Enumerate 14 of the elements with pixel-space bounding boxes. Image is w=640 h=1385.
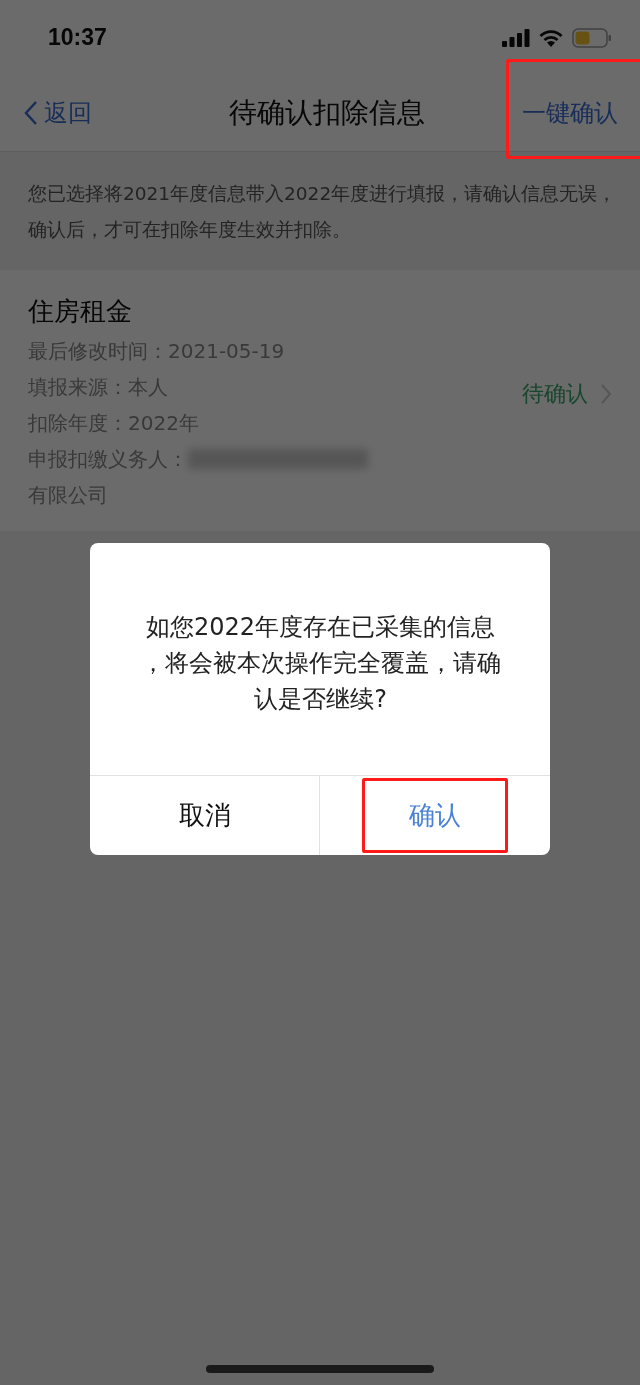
chevron-left-icon <box>24 100 38 126</box>
back-label: 返回 <box>44 98 92 129</box>
confirm-button[interactable]: 确认 <box>320 776 550 855</box>
signal-icon <box>502 28 530 47</box>
dialog-message: 如您2022年度存在已采集的信息，将会被本次操作完全覆盖，请确认是否继续? <box>139 612 502 715</box>
card-title: 住房租金 <box>28 295 133 328</box>
confirm-all-button[interactable]: 一键确认 <box>522 97 618 129</box>
battery-icon <box>572 27 612 48</box>
cancel-button[interactable]: 取消 <box>90 776 320 855</box>
back-button[interactable]: 返回 <box>24 97 92 129</box>
status-label: 待确认 <box>522 379 588 408</box>
wifi-icon <box>538 28 564 47</box>
status-time: 10:37 <box>48 24 107 51</box>
page-title: 待确认扣除信息 <box>229 95 425 131</box>
